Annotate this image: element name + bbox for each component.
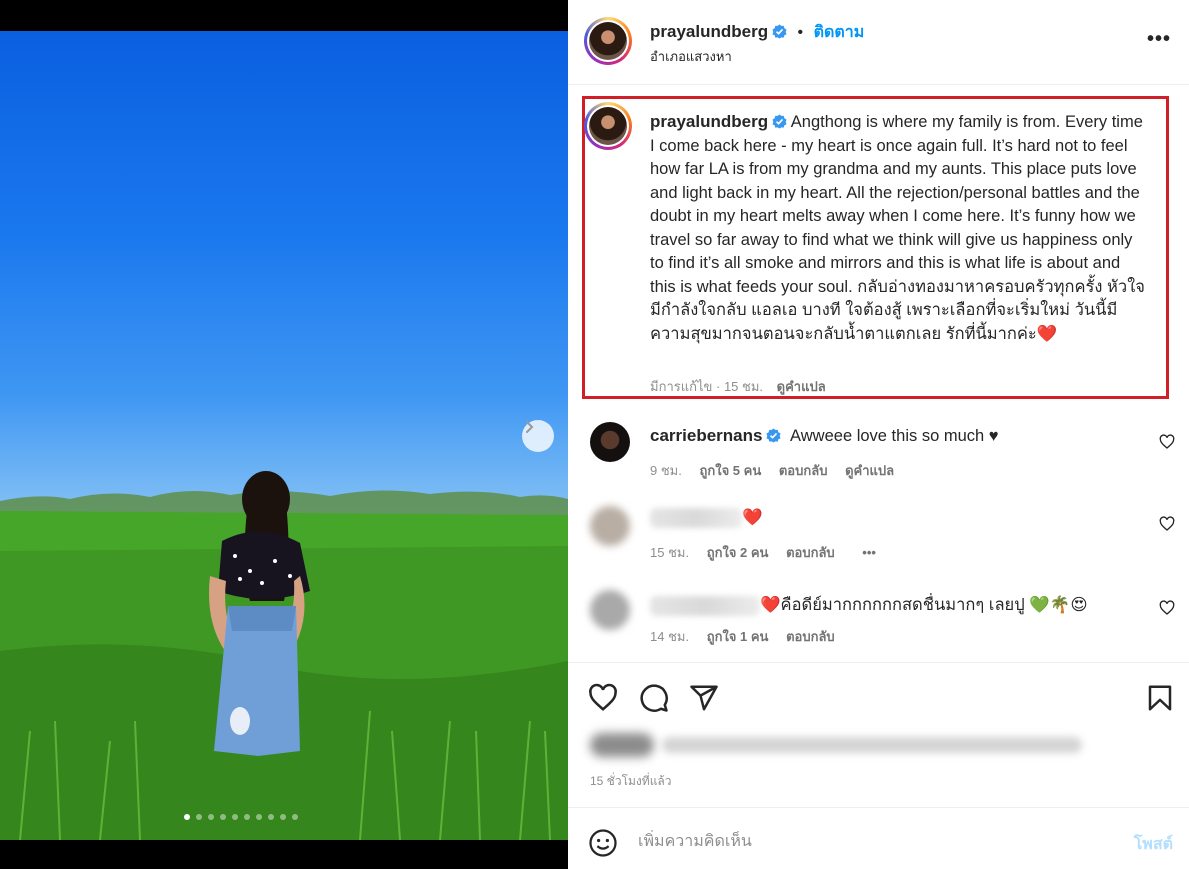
carousel-dot: [208, 814, 214, 820]
carousel-dot: [256, 814, 262, 820]
carousel-indicator: [184, 814, 298, 820]
comment-icon[interactable]: [639, 683, 669, 713]
commenter-avatar[interactable]: [590, 506, 630, 546]
header-title-row: prayalundberg • ติดตาม: [650, 20, 864, 45]
verified-badge-icon: [772, 114, 787, 129]
post-comment-button[interactable]: โพสต์: [1134, 832, 1173, 857]
carousel-dot: [196, 814, 202, 820]
comment-time: 9 ชม.: [650, 463, 682, 478]
comment-body: Awweee love this so much ♥: [790, 427, 999, 445]
comment-likes[interactable]: ถูกใจ 5 คน: [699, 463, 761, 478]
chevron-right-icon: [526, 421, 534, 433]
comment-like-heart-icon[interactable]: [1159, 600, 1175, 616]
comment-meta: 15 ชม. ถูกใจ 2 คน ตอบกลับ •••: [650, 542, 890, 563]
emoji-icon[interactable]: [588, 828, 618, 858]
carousel-dot: [292, 814, 298, 820]
heart-icon[interactable]: [588, 683, 618, 713]
caption-username[interactable]: prayalundberg: [650, 112, 768, 131]
carousel-dot: [268, 814, 274, 820]
verified-badge-icon: [766, 428, 781, 443]
blurred-username: [650, 595, 760, 616]
translate-link[interactable]: ดูคำแปล: [845, 463, 894, 478]
post-time: 15 ชั่วโมงที่แล้ว: [590, 774, 672, 788]
comment-meta: 14 ชม. ถูกใจ 1 คน ตอบกลับ: [650, 626, 849, 647]
caption-translate-link[interactable]: ดูคำแปล: [777, 379, 826, 394]
post-header: prayalundberg • ติดตาม อำเภอแสวงหา •••: [568, 0, 1189, 85]
comment-like-heart-icon[interactable]: [1159, 434, 1175, 450]
separator-dot: •: [797, 24, 804, 41]
post-action-bar: [568, 662, 1189, 732]
caption-edited-time: มีการแก้ไข · 15 ชม.: [650, 379, 764, 394]
caption-meta: มีการแก้ไข · 15 ชม. ดูคำแปล: [650, 376, 826, 397]
comment-body: ❤️คือดีย์มากกกกกกสดชื่นมากๆ เลยปู 💚🌴😍: [760, 596, 1088, 614]
commenter-username[interactable]: carriebernans: [650, 426, 762, 445]
post-location[interactable]: อำเภอแสวงหา: [650, 46, 732, 67]
comment-likes[interactable]: ถูกใจ 1 คน: [707, 629, 769, 644]
comment-body: ❤️: [742, 508, 763, 527]
carousel-dot: [232, 814, 238, 820]
instagram-post-view: prayalundberg • ติดตาม อำเภอแสวงหา ••• p…: [0, 0, 1189, 869]
bookmark-icon[interactable]: [1145, 683, 1175, 713]
commenter-avatar[interactable]: [590, 590, 630, 630]
share-icon[interactable]: [689, 683, 719, 713]
author-username[interactable]: prayalundberg: [650, 22, 768, 41]
photo-scene: [0, 471, 568, 840]
carousel-dot: [280, 814, 286, 820]
comment-text-row: ❤️คือดีย์มากกกกกกสดชื่นมากๆ เลยปู 💚🌴😍: [650, 592, 1088, 618]
comment-time: 14 ชม.: [650, 629, 690, 644]
comment-composer: โพสต์: [568, 807, 1189, 869]
post-photo[interactable]: [0, 31, 568, 840]
comment-text-row: carriebernans Awweee love this so much ♥: [650, 426, 999, 446]
post-details-panel: prayalundberg • ติดตาม อำเภอแสวงหา ••• p…: [568, 0, 1189, 869]
author-avatar[interactable]: [584, 17, 632, 65]
carousel-dot: [184, 814, 190, 820]
carousel-dot: [220, 814, 226, 820]
verified-badge-icon: [772, 24, 787, 39]
reply-button[interactable]: ตอบกลับ: [786, 629, 835, 644]
commenter-avatar[interactable]: [590, 422, 630, 462]
reply-button[interactable]: ตอบกลับ: [786, 545, 835, 560]
comment-like-heart-icon[interactable]: [1159, 516, 1175, 532]
carousel-next-button[interactable]: [522, 420, 554, 452]
likes-summary[interactable]: [590, 731, 1090, 759]
comment-time: 15 ชม.: [650, 545, 690, 560]
caption-body: Angthong is where my family is from. Eve…: [650, 113, 1145, 343]
comment-text-row: ❤️: [650, 508, 763, 528]
comment-likes[interactable]: ถูกใจ 2 คน: [707, 545, 769, 560]
comment-meta: 9 ชม. ถูกใจ 5 คน ตอบกลับ ดูคำแปล: [650, 460, 908, 481]
post-caption: prayalundberg Angthong is where my famil…: [650, 110, 1150, 346]
comment-more-icon[interactable]: •••: [862, 545, 876, 560]
more-icon[interactable]: •••: [1147, 28, 1171, 51]
reply-button[interactable]: ตอบกลับ: [779, 463, 828, 478]
blurred-username: [650, 508, 742, 528]
comment-input[interactable]: [638, 830, 1098, 854]
caption-author-avatar[interactable]: [584, 102, 632, 150]
carousel-dot: [244, 814, 250, 820]
follow-button[interactable]: ติดตาม: [814, 24, 865, 41]
